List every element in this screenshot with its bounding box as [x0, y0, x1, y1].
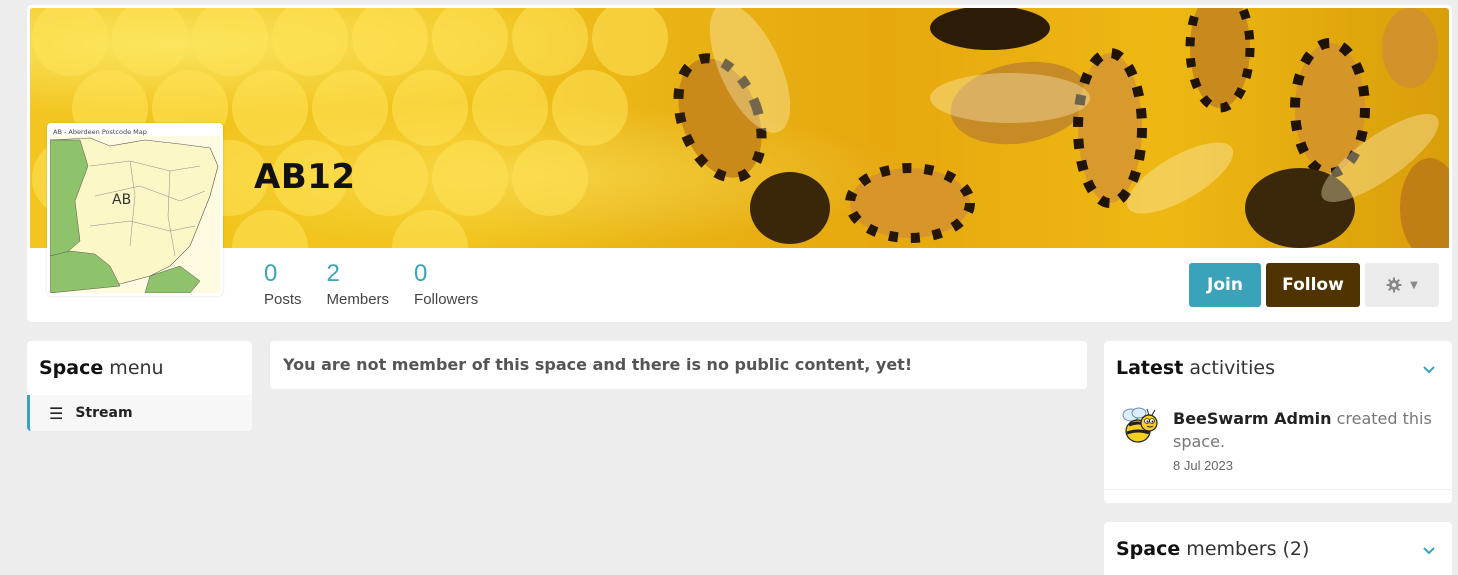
activities-heading: Latest activities — [1116, 357, 1275, 379]
space-banner-image — [30, 8, 1449, 248]
heading-rest: members (2) — [1180, 538, 1310, 560]
stat-value: 0 — [264, 260, 278, 287]
caret-down-icon: ▼ — [1410, 279, 1418, 291]
notice-text: You are not member of this space and the… — [283, 355, 913, 374]
activity-text: BeeSwarm Admin created this space. — [1173, 407, 1433, 453]
no-content-notice: You are not member of this space and the… — [270, 341, 1087, 389]
stat-value: 0 — [414, 260, 428, 287]
bee-avatar[interactable] — [1119, 405, 1161, 447]
stat-followers[interactable]: 0 Followers — [414, 260, 479, 309]
menu-item-stream[interactable]: ☰ Stream — [27, 395, 252, 431]
stat-label: Followers — [414, 291, 479, 308]
menu-item-label: Stream — [75, 405, 133, 421]
heading-rest: menu — [103, 357, 164, 379]
heading-rest: activities — [1183, 357, 1275, 379]
stat-posts[interactable]: 0 Posts — [264, 260, 302, 309]
heading-bold: Space — [39, 357, 104, 379]
latest-activities-panel: Latest activities BeeSwarm Admin created… — [1104, 341, 1452, 503]
space-avatar[interactable]: AB - Aberdeen Postcode Map AB — [47, 123, 223, 296]
avatar-map-title: AB - Aberdeen Postcode Map — [53, 128, 147, 136]
divider — [1104, 489, 1452, 490]
join-button[interactable]: Join — [1189, 263, 1261, 307]
space-menu-panel: Space menu ☰ Stream — [27, 341, 252, 431]
follow-button[interactable]: Follow — [1266, 263, 1360, 307]
members-heading: Space members (2) — [1116, 538, 1309, 560]
stat-members[interactable]: 2 Members — [326, 260, 390, 309]
chevron-down-icon[interactable] — [1422, 363, 1436, 379]
space-stats: 0 Posts 2 Members 0 Followers — [264, 260, 503, 309]
chevron-down-icon[interactable] — [1422, 544, 1436, 560]
stat-label: Posts — [264, 291, 302, 308]
activity-user[interactable]: BeeSwarm Admin — [1173, 409, 1332, 428]
gear-icon — [1386, 277, 1402, 293]
space-header: AB12 AB - Aberdeen Postcode Map AB 0 Pos… — [27, 5, 1452, 322]
stat-value: 2 — [326, 260, 340, 287]
bars-icon: ☰ — [49, 403, 64, 423]
avatar-map-label: AB — [112, 192, 131, 208]
activity-date: 8 Jul 2023 — [1173, 458, 1233, 473]
space-menu-heading: Space menu — [39, 357, 164, 379]
heading-bold: Latest — [1116, 357, 1184, 379]
space-title: AB12 — [254, 157, 356, 197]
heading-bold: Space — [1116, 538, 1181, 560]
stat-label: Members — [326, 291, 390, 308]
space-settings-dropdown[interactable]: ▼ — [1365, 263, 1439, 307]
space-members-panel: Space members (2) — [1104, 522, 1452, 575]
